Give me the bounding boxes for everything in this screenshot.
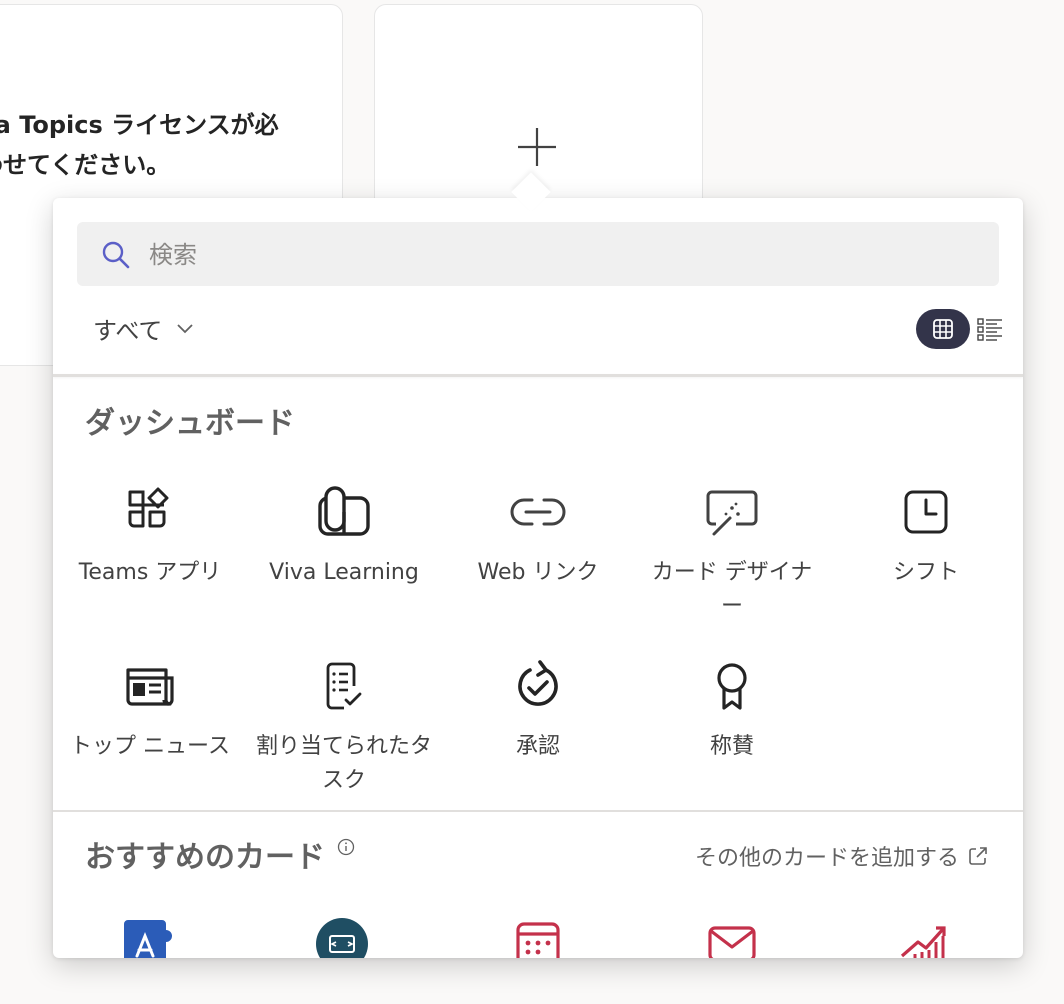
link-icon bbox=[510, 498, 566, 526]
filter-label: すべて bbox=[93, 316, 163, 345]
approvals-icon bbox=[518, 660, 558, 706]
chart-growth-icon[interactable] bbox=[896, 916, 956, 958]
search-box[interactable] bbox=[77, 222, 999, 286]
calendar-icon[interactable] bbox=[508, 916, 568, 958]
view-toggle bbox=[916, 308, 1004, 350]
card-designer-icon bbox=[706, 490, 758, 536]
tile-label: Viva Learning bbox=[269, 560, 419, 585]
tile-label: 称賛 bbox=[709, 734, 754, 759]
tile-praise[interactable]: 称賛 bbox=[635, 656, 829, 764]
tile-teams-apps[interactable]: Teams アプリ bbox=[53, 482, 247, 590]
list-view-button[interactable] bbox=[976, 315, 1004, 343]
grid-view-button[interactable] bbox=[916, 309, 970, 349]
tile-label: Web リンク bbox=[477, 560, 599, 585]
section-title-recommended: おすすめのカード bbox=[85, 832, 355, 876]
topics-license-line-1: va Topics ライセンスが必 bbox=[0, 111, 279, 139]
section-divider bbox=[53, 810, 1023, 812]
more-link-label: その他のカードを追加する bbox=[695, 846, 960, 871]
header-divider bbox=[53, 374, 1023, 377]
tile-viva-learning[interactable]: Viva Learning bbox=[247, 482, 441, 590]
app-store-icon[interactable] bbox=[120, 916, 180, 958]
card-picker-panel: すべて bbox=[53, 198, 1023, 958]
news-icon bbox=[126, 668, 174, 706]
task-list-icon bbox=[326, 662, 362, 710]
tile-label: Teams アプリ bbox=[78, 560, 222, 585]
tile-assigned-tasks[interactable]: 割り当てられたタスク bbox=[247, 656, 441, 798]
search-icon bbox=[102, 241, 130, 269]
apps-icon bbox=[128, 487, 169, 528]
topics-license-line-2: わせてください。 bbox=[0, 151, 171, 179]
viva-learning-icon bbox=[318, 486, 370, 536]
tile-shifts[interactable]: シフト bbox=[829, 482, 1023, 590]
chevron-down-icon bbox=[177, 324, 194, 334]
external-link-icon bbox=[969, 847, 987, 865]
tile-label: トップ ニュース bbox=[70, 734, 230, 759]
tile-web-link[interactable]: Web リンク bbox=[441, 482, 635, 590]
clock-icon bbox=[904, 490, 948, 534]
tile-card-designer[interactable]: カード デザイナー bbox=[635, 482, 829, 624]
tile-top-news[interactable]: トップ ニュース bbox=[53, 656, 247, 764]
info-icon[interactable] bbox=[337, 838, 355, 856]
mail-icon[interactable] bbox=[702, 916, 762, 958]
topics-license-message: va Topics ライセンスが必 わせてください。 bbox=[0, 105, 313, 185]
viva-connections-icon[interactable] bbox=[314, 916, 374, 958]
tile-approvals[interactable]: 承認 bbox=[441, 656, 635, 764]
ribbon-icon bbox=[717, 663, 747, 710]
list-icon bbox=[977, 318, 1002, 341]
tile-label: 承認 bbox=[515, 734, 560, 759]
search-input[interactable] bbox=[147, 234, 971, 276]
grid-icon bbox=[933, 319, 953, 339]
add-more-cards-link[interactable]: その他のカードを追加する bbox=[695, 840, 989, 872]
plus-icon[interactable] bbox=[516, 126, 558, 168]
recommended-title-text: おすすめのカード bbox=[85, 840, 325, 875]
section-title-dashboard: ダッシュボード bbox=[85, 406, 295, 441]
tile-label: カード デザイナー bbox=[651, 560, 813, 619]
filter-dropdown[interactable]: すべて bbox=[93, 308, 194, 348]
tile-label: シフト bbox=[892, 560, 959, 585]
tile-label: 割り当てられたタスク bbox=[255, 734, 432, 793]
